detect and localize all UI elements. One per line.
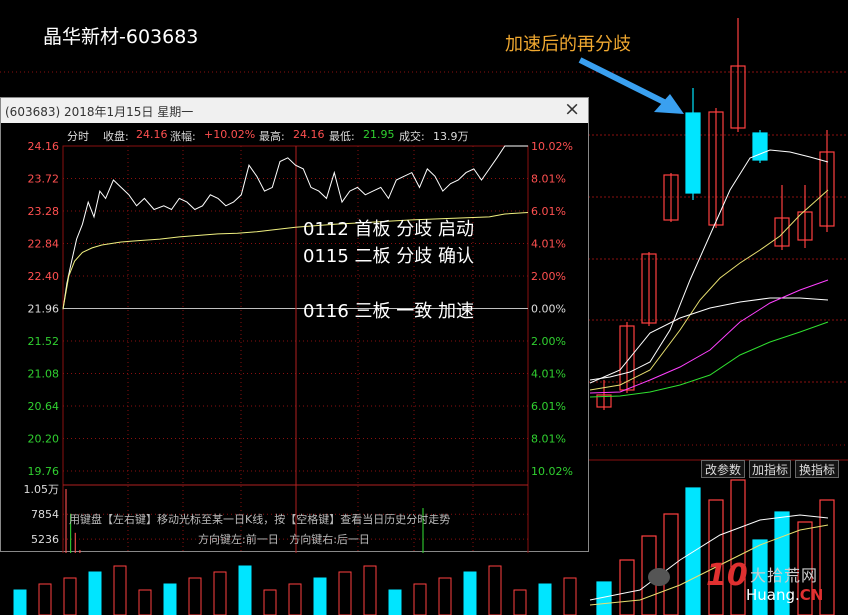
annotation-arrow [578, 57, 684, 114]
popup-title: (603683) 2018年1月15日 星期一 [5, 105, 194, 119]
wechat-icon [648, 568, 670, 586]
volume-bar [163, 583, 177, 615]
volume-bar [288, 583, 302, 615]
watermark-cn-text: 大拾荒网 [750, 566, 819, 585]
volume-bar [338, 571, 352, 615]
price-tick-label: 20.20 [28, 433, 60, 446]
volume-bar [213, 571, 227, 615]
volume-bar [238, 565, 252, 615]
price-tick-label: 20.64 [28, 400, 60, 413]
stock-title: 晶华新材-603683 [43, 26, 199, 48]
price-tick-label: 21.52 [28, 335, 60, 348]
volume-bar [413, 583, 427, 615]
volume-bar [38, 583, 52, 615]
close-icon[interactable]: × [564, 99, 580, 119]
pct-tick-label: 10.02% [531, 140, 573, 153]
watermark: 10 大拾荒网 Huang.CN [640, 558, 840, 608]
annotation-label: 加速后的再分歧 [505, 34, 631, 55]
price-tick-label: 21.96 [28, 303, 60, 316]
volume-bar [438, 577, 452, 615]
watermark-logo: 10 [706, 558, 748, 593]
pct-tick-label: 4.01% [531, 368, 566, 381]
arrow-shaft [578, 57, 670, 107]
pct-tick-label: 2.00% [531, 335, 566, 348]
volume-bar [63, 577, 77, 615]
intraday-chart[interactable]: 24.16 10.02% 23.72 8.01% 23.28 6.01% 22.84 4.01… [1, 123, 588, 553]
overlay-line-2: 0115 二板 分歧 确认 [303, 246, 474, 267]
volume-bar [263, 589, 277, 615]
pct-tick-label: 4.01% [531, 238, 566, 251]
pct-tick-label: 10.02% [531, 465, 573, 478]
overlay-line-3: 0116 三板 一致 加速 [303, 301, 474, 322]
volume-bar [363, 565, 377, 615]
switch-indicator-button[interactable]: 换指标 [795, 460, 839, 478]
modify-params-button[interactable]: 改参数 [701, 460, 745, 478]
volume-tick-label: 7854 [31, 508, 59, 521]
add-indicator-button[interactable]: 加指标 [749, 460, 791, 478]
volume-bar [463, 571, 477, 615]
overlay-line-1: 0112 首板 分歧 启动 [303, 219, 474, 240]
moving-average-line [589, 321, 829, 398]
volume-tick-label: 5236 [31, 533, 59, 546]
price-tick-label: 22.84 [28, 238, 60, 251]
pct-tick-label: 6.01% [531, 205, 566, 218]
volume-bar [619, 559, 635, 615]
price-tick-label: 19.76 [28, 465, 60, 478]
intraday-popup: (603683) 2018年1月15日 星期一 × 分时 收盘: 24.16 涨… [0, 97, 589, 553]
volume-bar [388, 589, 402, 615]
volume-bar [188, 577, 202, 615]
volume-bar [138, 589, 152, 615]
nav-hint: 方向键左:前一日 方向键右:后一日 [198, 533, 370, 546]
volume-bar [313, 577, 327, 615]
price-tick-label: 21.08 [28, 368, 60, 381]
volume-bar [13, 589, 27, 615]
popup-titlebar: (603683) 2018年1月15日 星期一 × [1, 98, 588, 123]
price-tick-label: 23.72 [28, 173, 60, 186]
price-tick-label: 22.40 [28, 270, 60, 283]
pct-tick-label: 6.01% [531, 400, 566, 413]
volume-bar [113, 565, 127, 615]
moving-average-line [589, 279, 829, 394]
volume-bar [563, 577, 577, 615]
pct-tick-label: 0.00% [531, 303, 566, 316]
watermark-en-text: Huang.CN [746, 586, 824, 604]
pct-tick-label: 2.00% [531, 270, 566, 283]
volume-bar [88, 571, 102, 615]
volume-bar [513, 589, 527, 615]
volume-tick-label: 1.05万 [24, 483, 60, 496]
moving-average-line [589, 297, 829, 384]
pct-tick-label: 8.01% [531, 173, 566, 186]
volume-bar [538, 583, 552, 615]
price-tick-label: 24.16 [28, 140, 60, 153]
keyboard-hint: 用键盘【左右键】移动光标至某一日K线，按【空格键】查看当日历史分时走势 [69, 513, 451, 526]
volume-bar [488, 565, 502, 615]
pct-tick-label: 8.01% [531, 433, 566, 446]
candle [685, 112, 701, 194]
price-tick-label: 23.28 [28, 205, 60, 218]
